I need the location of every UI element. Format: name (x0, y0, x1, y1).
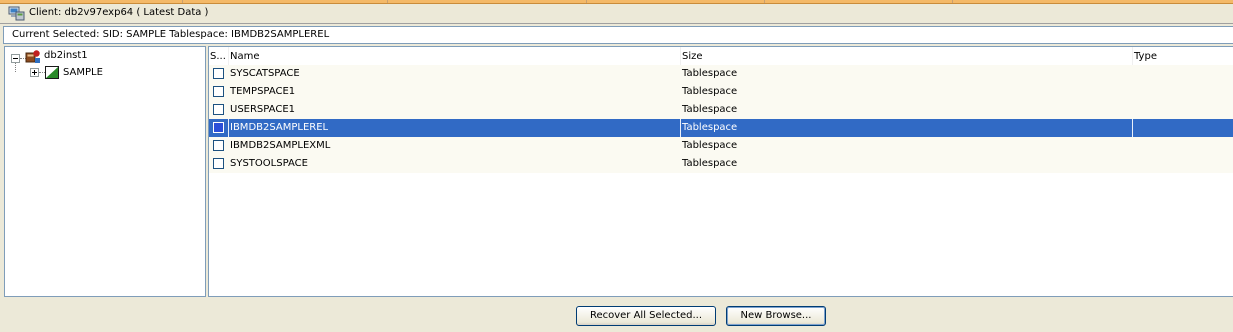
row-checkbox[interactable] (213, 86, 224, 97)
row-name: IBMDB2SAMPLEREL (230, 122, 329, 133)
row-size: Tablespace (682, 68, 738, 79)
grid-header: S... Name Size Type (209, 47, 1233, 66)
row-name: USERSPACE1 (230, 104, 295, 115)
row-size: Tablespace (682, 104, 738, 115)
row-name: IBMDB2SAMPLEXML (230, 140, 331, 151)
current-selection-bar: Current Selected: SID: SAMPLE Tablespace… (3, 26, 1233, 44)
collapse-toggle-icon[interactable] (11, 54, 20, 63)
current-selection-text: Current Selected: SID: SAMPLE Tablespace… (12, 29, 330, 40)
table-row[interactable]: SYSTOOLSPACE Tablespace (209, 155, 1233, 173)
new-browse-button[interactable]: New Browse... (726, 306, 826, 326)
db2-instance-icon (25, 50, 40, 63)
table-row-selected[interactable]: IBMDB2SAMPLEREL Tablespace (209, 119, 1233, 137)
row-checkbox-checked[interactable] (213, 122, 224, 133)
row-checkbox[interactable] (213, 104, 224, 115)
window-title: Client: db2v97exp64 ( Latest Data ) (29, 7, 209, 18)
column-header-size[interactable]: Size (682, 51, 703, 62)
row-checkbox[interactable] (213, 158, 224, 169)
client-computer-icon (8, 6, 25, 21)
table-row[interactable]: IBMDB2SAMPLEXML Tablespace (209, 137, 1233, 155)
table-row[interactable]: SYSCATSPACE Tablespace (209, 65, 1233, 83)
row-name: SYSTOOLSPACE (230, 158, 308, 169)
tree-node-db2inst1[interactable]: db2inst1 (44, 50, 88, 61)
column-header-select[interactable]: S... (210, 51, 226, 62)
row-size: Tablespace (682, 140, 738, 151)
column-header-name[interactable]: Name (230, 51, 260, 62)
row-size: Tablespace (682, 122, 738, 133)
client-title-bar: Client: db2v97exp64 ( Latest Data ) (0, 4, 1233, 24)
row-checkbox[interactable] (213, 68, 224, 79)
button-bar: Recover All Selected... New Browse... (0, 298, 1233, 332)
row-name: TEMPSPACE1 (230, 86, 296, 97)
recover-all-selected-button[interactable]: Recover All Selected... (576, 306, 716, 326)
column-header-type[interactable]: Type (1134, 51, 1157, 62)
table-row[interactable]: USERSPACE1 Tablespace (209, 101, 1233, 119)
row-name: SYSCATSPACE (230, 68, 300, 79)
row-size: Tablespace (682, 158, 738, 169)
tablespace-grid: S... Name Size Type SYSCATSPACE Tablespa… (208, 46, 1233, 297)
row-checkbox[interactable] (213, 140, 224, 151)
table-row[interactable]: TEMPSPACE1 Tablespace (209, 83, 1233, 101)
database-icon (45, 66, 59, 79)
expand-toggle-icon[interactable] (30, 68, 39, 77)
tree-node-sample[interactable]: SAMPLE (63, 67, 103, 78)
row-size: Tablespace (682, 86, 738, 97)
tree-panel: db2inst1 SAMPLE (4, 46, 206, 297)
